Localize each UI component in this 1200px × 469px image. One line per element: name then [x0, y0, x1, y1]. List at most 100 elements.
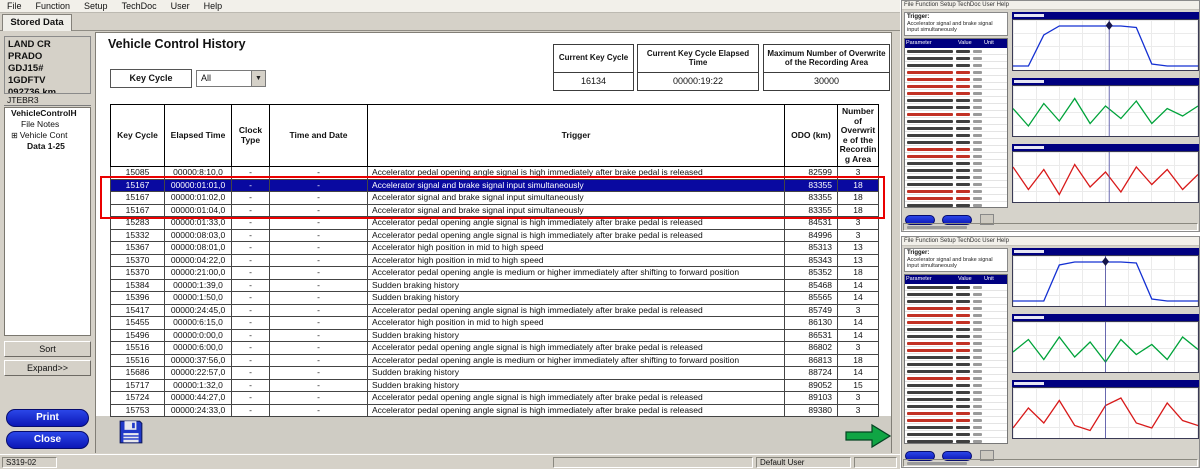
tree-item[interactable]: Data 1-25	[5, 141, 90, 152]
parameter-row[interactable]	[905, 146, 1007, 153]
table-row[interactable]: 15370 00000:04:22,0- - Accelerator high pos…	[110, 253, 879, 267]
table-row[interactable]: 15516 00000:6:00,0- - Accelerator pedal ope…	[110, 341, 879, 355]
parameter-row[interactable]	[905, 375, 1007, 382]
info-box-label: Current Key Cycle	[554, 45, 633, 73]
column-header: Key Cycle	[110, 104, 165, 167]
history-table: Key Cycle Elapsed Time Clock Type Time and …	[110, 104, 879, 417]
table-row[interactable]: 15717 00000:1:32,0- - Sudden braking histor…	[110, 378, 879, 392]
menu-item-file[interactable]: File	[0, 0, 29, 12]
parameter-row[interactable]	[905, 202, 1007, 207]
parameter-row[interactable]	[905, 62, 1007, 69]
page-title: Vehicle Control History	[108, 37, 246, 51]
parameter-row[interactable]	[905, 382, 1007, 389]
parameter-row[interactable]	[905, 389, 1007, 396]
mini-chart	[1012, 380, 1199, 441]
parameter-row[interactable]	[905, 125, 1007, 132]
expand-button[interactable]: Expand>>	[4, 360, 91, 376]
parameter-row[interactable]	[905, 83, 1007, 90]
parameter-row[interactable]	[905, 305, 1007, 312]
parameter-row[interactable]	[905, 104, 1007, 111]
parameter-row[interactable]	[905, 319, 1007, 326]
table-row[interactable]: 15167 00000:01:01,0- - Accelerator signal a…	[110, 178, 879, 192]
menu-item-setup[interactable]: Setup	[77, 0, 115, 12]
info-box-label: Maximum Number of Overwrite of the Recor…	[764, 45, 889, 73]
parameter-row[interactable]	[905, 298, 1007, 305]
key-cycle-dropdown[interactable]: All ▼	[196, 70, 266, 87]
parameter-row[interactable]	[905, 195, 1007, 202]
table-row[interactable]: 15283 00000:01:33,0- - Accelerator pedal op…	[110, 216, 879, 230]
parameter-row[interactable]	[905, 354, 1007, 361]
param-col-label: Parameter	[906, 40, 932, 46]
parameter-row[interactable]	[905, 76, 1007, 83]
parameter-row[interactable]	[905, 181, 1007, 188]
parameter-row[interactable]	[905, 69, 1007, 76]
table-row[interactable]: 15417 00000:24:45,0- - Accelerator pedal op…	[110, 303, 879, 317]
parameter-row[interactable]	[905, 326, 1007, 333]
parameter-row[interactable]	[905, 424, 1007, 431]
table-row[interactable]: 15686 00000:22:57,0- - Sudden braking histo…	[110, 366, 879, 380]
table-row[interactable]: 15724 00000:44:27,0- - Accelerator pedal op…	[110, 391, 879, 405]
tree-item[interactable]: ⊞ Vehicle Cont	[5, 130, 90, 141]
parameter-row[interactable]	[905, 55, 1007, 62]
parameter-row[interactable]	[905, 188, 1007, 195]
menu-item-function[interactable]: Function	[29, 0, 78, 12]
close-button[interactable]: Close	[6, 431, 89, 449]
menu-item-user[interactable]: User	[164, 0, 197, 12]
tree-item[interactable]: VehicleControlH	[5, 108, 90, 119]
parameter-row[interactable]	[905, 167, 1007, 174]
parameter-row[interactable]	[905, 431, 1007, 438]
tree-item[interactable]: File Notes	[5, 119, 90, 130]
table-row[interactable]: 15753 00000:24:33,0- - Accelerator pedal op…	[110, 403, 879, 417]
save-button[interactable]	[118, 419, 144, 445]
menu-item-help[interactable]: Help	[197, 0, 230, 12]
table-row[interactable]: 15167 00000:01:04,0- - Accelerator signal a…	[110, 203, 879, 217]
history-table-body: 15085 00000:8:10,0- - Accelerator pedal ope…	[110, 166, 879, 417]
parameter-row[interactable]	[905, 97, 1007, 104]
sort-button[interactable]: Sort	[4, 341, 91, 357]
mini-chart-plot	[1012, 19, 1199, 71]
parameter-row[interactable]	[905, 403, 1007, 410]
table-row[interactable]: 15496 00000:0:00,0- - Sudden braking histor…	[110, 328, 879, 342]
parameter-row[interactable]	[905, 347, 1007, 354]
trigger-label: Trigger:	[907, 14, 930, 20]
table-row[interactable]: 15516 00000:37:56,0- - Accelerator pedal op…	[110, 353, 879, 367]
chevron-down-icon[interactable]: ▼	[251, 71, 265, 86]
table-row[interactable]: 15384 00000:1:39,0- - Sudden braking histor…	[110, 278, 879, 292]
parameter-table: Parameter Value Unit	[904, 274, 1008, 444]
parameter-row[interactable]	[905, 291, 1007, 298]
parameter-row[interactable]	[905, 118, 1007, 125]
parameter-row[interactable]	[905, 368, 1007, 375]
parameter-row[interactable]	[905, 111, 1007, 118]
parameter-row[interactable]	[905, 132, 1007, 139]
parameter-row[interactable]	[905, 417, 1007, 424]
table-row[interactable]: 15367 00000:08:01,0- - Accelerator high pos…	[110, 241, 879, 255]
next-page-button[interactable]	[845, 423, 892, 449]
parameter-row[interactable]	[905, 396, 1007, 403]
print-button[interactable]: Print	[6, 409, 89, 427]
parameter-row[interactable]	[905, 160, 1007, 167]
parameter-row[interactable]	[905, 139, 1007, 146]
parameter-row[interactable]	[905, 410, 1007, 417]
expand-icon[interactable]: ⊞	[11, 130, 18, 141]
parameter-row[interactable]	[905, 438, 1007, 443]
table-row[interactable]: 15396 00000:1:50,0- - Sudden braking histor…	[110, 291, 879, 305]
table-row[interactable]: 15332 00000:08:03,0- - Accelerator pedal op…	[110, 228, 879, 242]
status-spacer	[553, 457, 753, 468]
parameter-row[interactable]	[905, 361, 1007, 368]
tab-stored-data[interactable]: Stored Data	[2, 14, 72, 31]
table-row[interactable]: 15455 00000:6:15,0- - Accelerator high posi…	[110, 316, 879, 330]
mini-status-bar	[903, 459, 1198, 467]
table-row[interactable]: 15370 00000:21:00,0- - Accelerator pedal op…	[110, 266, 879, 280]
table-row[interactable]: 15085 00000:8:10,0- - Accelerator pedal ope…	[110, 166, 879, 180]
parameter-row[interactable]	[905, 174, 1007, 181]
parameter-row[interactable]	[905, 284, 1007, 291]
parameter-row[interactable]	[905, 90, 1007, 97]
parameter-row[interactable]	[905, 153, 1007, 160]
parameter-row[interactable]	[905, 333, 1007, 340]
menu-item-techdoc[interactable]: TechDoc	[115, 0, 164, 12]
current-key-cycle-box: Current Key Cycle 16134	[553, 44, 634, 91]
parameter-row[interactable]	[905, 312, 1007, 319]
parameter-row[interactable]	[905, 340, 1007, 347]
parameter-row[interactable]	[905, 48, 1007, 55]
table-row[interactable]: 15167 00000:01:02,0- - Accelerator signal a…	[110, 191, 879, 205]
